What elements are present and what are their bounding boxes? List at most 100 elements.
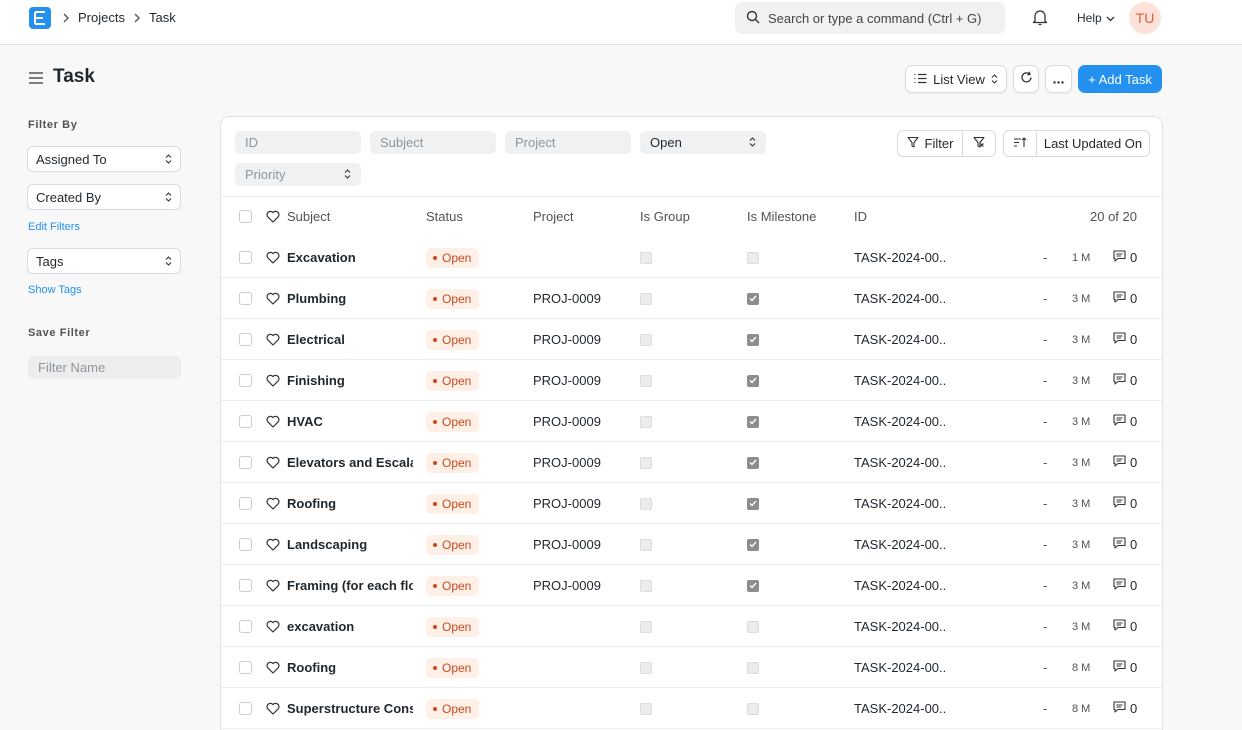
task-subject[interactable]: Plumbing bbox=[287, 278, 413, 319]
comment-count[interactable]: 0 bbox=[1113, 278, 1137, 319]
column-subject[interactable]: Subject bbox=[287, 196, 330, 237]
table-row[interactable]: Landscaping Open PROJ-0009 TASK-2024-00.… bbox=[221, 524, 1162, 565]
heart-icon[interactable] bbox=[266, 688, 280, 729]
task-subject[interactable]: Roofing bbox=[287, 483, 413, 524]
comment-count[interactable]: 0 bbox=[1113, 606, 1137, 647]
row-checkbox[interactable] bbox=[239, 415, 252, 428]
task-subject[interactable]: Framing (for each floo bbox=[287, 565, 413, 606]
task-subject[interactable]: Finishing bbox=[287, 360, 413, 401]
heart-icon[interactable] bbox=[266, 360, 280, 401]
select-all-checkbox[interactable] bbox=[239, 210, 252, 223]
sort-by-button[interactable]: Last Updated On bbox=[1036, 130, 1150, 157]
comment-count[interactable]: 0 bbox=[1113, 565, 1137, 606]
id-filter-input[interactable] bbox=[235, 131, 361, 154]
project-filter-input[interactable] bbox=[505, 131, 631, 154]
row-checkbox[interactable] bbox=[239, 251, 252, 264]
is-group-checkbox bbox=[640, 702, 652, 715]
breadcrumb-projects[interactable]: Projects bbox=[78, 10, 125, 25]
refresh-button[interactable] bbox=[1013, 65, 1039, 93]
list-view-dropdown[interactable]: List View bbox=[905, 65, 1007, 93]
table-row[interactable]: Excavation Open TASK-2024-00... - 1 M 0 bbox=[221, 237, 1162, 278]
help-dropdown[interactable]: Help bbox=[1077, 11, 1115, 25]
assigned-to-select[interactable]: Assigned To bbox=[27, 146, 181, 172]
table-row[interactable]: Superstructure Constr Open TASK-2024-00.… bbox=[221, 688, 1162, 729]
filter-button[interactable]: Filter bbox=[897, 130, 963, 157]
comment-count[interactable]: 0 bbox=[1113, 524, 1137, 565]
table-row[interactable]: Roofing Open PROJ-0009 TASK-2024-00... -… bbox=[221, 483, 1162, 524]
table-row[interactable]: Framing (for each floo Open PROJ-0009 TA… bbox=[221, 565, 1162, 606]
status-filter-select[interactable]: Open bbox=[640, 131, 766, 154]
sidebar-toggle-icon[interactable] bbox=[28, 71, 44, 88]
heart-icon[interactable] bbox=[266, 483, 280, 524]
column-is-milestone[interactable]: Is Milestone bbox=[747, 196, 816, 237]
task-subject[interactable]: Superstructure Constr bbox=[287, 688, 413, 729]
task-subject[interactable]: HVAC bbox=[287, 401, 413, 442]
task-subject[interactable]: Elevators and Escalato bbox=[287, 442, 413, 483]
heart-icon[interactable] bbox=[266, 442, 280, 483]
comment-count[interactable]: 0 bbox=[1113, 360, 1137, 401]
row-checkbox[interactable] bbox=[239, 497, 252, 510]
heart-icon[interactable] bbox=[266, 565, 280, 606]
table-row[interactable]: Electrical Open PROJ-0009 TASK-2024-00..… bbox=[221, 319, 1162, 360]
row-checkbox[interactable] bbox=[239, 620, 252, 633]
subject-filter-input[interactable] bbox=[370, 131, 496, 154]
task-subject[interactable]: Electrical bbox=[287, 319, 413, 360]
tags-select[interactable]: Tags bbox=[27, 248, 181, 274]
priority-filter-select[interactable]: Priority bbox=[235, 163, 361, 186]
row-checkbox[interactable] bbox=[239, 333, 252, 346]
more-actions-button[interactable] bbox=[1045, 65, 1072, 93]
comment-count[interactable]: 0 bbox=[1113, 647, 1137, 688]
task-subject[interactable]: Landscaping bbox=[287, 524, 413, 565]
sort-order-button[interactable] bbox=[1003, 130, 1037, 157]
comment-count[interactable]: 0 bbox=[1113, 319, 1137, 360]
row-checkbox[interactable] bbox=[239, 374, 252, 387]
comment-count[interactable]: 0 bbox=[1113, 442, 1137, 483]
row-checkbox[interactable] bbox=[239, 292, 252, 305]
row-checkbox[interactable] bbox=[239, 456, 252, 469]
column-is-group[interactable]: Is Group bbox=[640, 196, 690, 237]
column-status[interactable]: Status bbox=[426, 196, 463, 237]
comment-count[interactable]: 0 bbox=[1113, 401, 1137, 442]
task-subject[interactable]: Roofing bbox=[287, 647, 413, 688]
row-checkbox[interactable] bbox=[239, 702, 252, 715]
comment-count[interactable]: 0 bbox=[1113, 237, 1137, 278]
comment-count[interactable]: 0 bbox=[1113, 688, 1137, 729]
column-project[interactable]: Project bbox=[533, 196, 573, 237]
priority-filter-value: Priority bbox=[245, 167, 286, 182]
created-by-select[interactable]: Created By bbox=[27, 184, 181, 210]
task-subject[interactable]: excavation bbox=[287, 606, 413, 647]
task-subject[interactable]: Excavation bbox=[287, 237, 413, 278]
heart-icon[interactable] bbox=[266, 524, 280, 565]
column-id[interactable]: ID bbox=[854, 196, 867, 237]
breadcrumb-task[interactable]: Task bbox=[149, 10, 176, 25]
heart-icon[interactable] bbox=[266, 606, 280, 647]
row-checkbox[interactable] bbox=[239, 579, 252, 592]
notification-bell-icon[interactable] bbox=[1032, 9, 1048, 29]
clear-filters-button[interactable] bbox=[962, 130, 996, 157]
avatar[interactable]: TU bbox=[1129, 2, 1161, 34]
heart-icon[interactable] bbox=[266, 401, 280, 442]
heart-icon[interactable] bbox=[266, 278, 280, 319]
heart-icon[interactable] bbox=[266, 647, 280, 688]
comment-count[interactable]: 0 bbox=[1113, 483, 1137, 524]
table-row[interactable]: Elevators and Escalato Open PROJ-0009 TA… bbox=[221, 442, 1162, 483]
filter-name-input[interactable] bbox=[28, 356, 181, 379]
search-input[interactable] bbox=[768, 10, 998, 26]
heart-icon[interactable] bbox=[266, 196, 280, 237]
row-checkbox[interactable] bbox=[239, 661, 252, 674]
show-tags-link[interactable]: Show Tags bbox=[28, 284, 82, 296]
row-checkbox[interactable] bbox=[239, 538, 252, 551]
table-row[interactable]: Roofing Open TASK-2024-00... - 8 M 0 bbox=[221, 647, 1162, 688]
save-filter-label: Save Filter bbox=[28, 327, 91, 339]
table-row[interactable]: HVAC Open PROJ-0009 TASK-2024-00... - 3 … bbox=[221, 401, 1162, 442]
edit-filters-link[interactable]: Edit Filters bbox=[28, 221, 80, 233]
status-text: Open bbox=[442, 414, 472, 429]
modified-age: 3 M bbox=[1072, 538, 1091, 551]
app-logo-icon[interactable] bbox=[29, 7, 51, 29]
add-task-button[interactable]: + Add Task bbox=[1078, 65, 1162, 93]
heart-icon[interactable] bbox=[266, 237, 280, 278]
heart-icon[interactable] bbox=[266, 319, 280, 360]
table-row[interactable]: excavation Open TASK-2024-00... - 3 M 0 bbox=[221, 606, 1162, 647]
table-row[interactable]: Plumbing Open PROJ-0009 TASK-2024-00... … bbox=[221, 278, 1162, 319]
table-row[interactable]: Finishing Open PROJ-0009 TASK-2024-00...… bbox=[221, 360, 1162, 401]
